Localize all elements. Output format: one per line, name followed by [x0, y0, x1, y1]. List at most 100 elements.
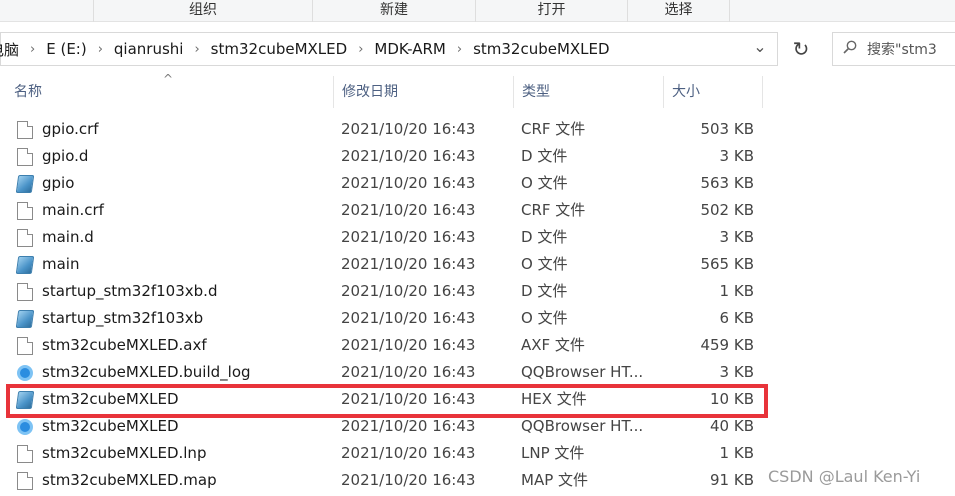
document-icon	[17, 283, 33, 301]
file-modified-date: 2021/10/20 16:43	[341, 228, 476, 246]
file-list: gpio.crf 2021/10/20 16:43 CRF 文件 503 KB gpio…	[0, 116, 955, 494]
file-row[interactable]: main.crf 2021/10/20 16:43 CRF 文件 502 KB	[0, 197, 955, 224]
ribbon-group-organize[interactable]: 组织	[93, 0, 313, 22]
file-size: 3 KB	[719, 228, 754, 246]
search-box[interactable]: 搜索"stm3	[832, 32, 955, 66]
file-modified-date: 2021/10/20 16:43	[341, 174, 476, 192]
breadcrumb-stm32cubemxled[interactable]: stm32cubeMXLED	[211, 40, 348, 58]
file-modified-date: 2021/10/20 16:43	[341, 336, 476, 354]
file-size: 91 KB	[710, 471, 754, 489]
file-name: main.d	[42, 228, 94, 246]
breadcrumb-separator[interactable]: ›	[98, 42, 103, 57]
refresh-button[interactable]: ↻	[786, 32, 816, 66]
file-size: 502 KB	[700, 201, 754, 219]
file-size: 1 KB	[719, 444, 754, 462]
file-name: main.crf	[42, 201, 104, 219]
red-highlight-box	[6, 384, 768, 418]
column-header-date[interactable]: 修改日期	[333, 76, 513, 108]
document-icon	[17, 121, 33, 139]
qqbrowser-icon	[17, 419, 33, 435]
document-icon	[17, 202, 33, 220]
file-modified-date: 2021/10/20 16:43	[341, 147, 476, 165]
breadcrumb-this-pc[interactable]: 电脑	[0, 39, 19, 60]
file-row[interactable]: main 2021/10/20 16:43 O 文件 565 KB	[0, 251, 955, 278]
file-row[interactable]: gpio.d 2021/10/20 16:43 D 文件 3 KB	[0, 143, 955, 170]
object-file-icon	[15, 256, 35, 274]
file-name: stm32cubeMXLED.axf	[42, 336, 207, 354]
file-type: CRF 文件	[521, 201, 586, 219]
breadcrumb-current-folder[interactable]: stm32cubeMXLED	[473, 40, 610, 58]
column-header-type[interactable]: 类型	[513, 76, 663, 108]
breadcrumb-qianrushi[interactable]: qianrushi	[114, 40, 184, 58]
file-type: MAP 文件	[521, 471, 589, 489]
document-icon	[17, 472, 33, 490]
breadcrumb-separator[interactable]: ›	[30, 42, 35, 57]
file-name: gpio.d	[42, 147, 89, 165]
file-row[interactable]: stm32cubeMXLED.build_log 2021/10/20 16:43…	[0, 359, 955, 386]
file-size: 459 KB	[700, 336, 754, 354]
qqbrowser-icon	[17, 365, 33, 381]
ribbon-group-open[interactable]: 打开	[476, 0, 628, 22]
file-type: QQBrowser HT...	[521, 363, 644, 381]
object-file-icon	[15, 175, 35, 193]
file-name: gpio	[42, 174, 75, 192]
breadcrumb-drive-e[interactable]: E (E:)	[46, 40, 86, 58]
file-name: gpio.crf	[42, 120, 99, 138]
file-type: O 文件	[521, 309, 568, 327]
file-modified-date: 2021/10/20 16:43	[341, 255, 476, 273]
object-file-icon	[15, 310, 35, 328]
document-icon	[17, 148, 33, 166]
breadcrumb-separator[interactable]: ›	[457, 42, 462, 57]
file-name: stm32cubeMXLED.build_log	[42, 363, 251, 381]
file-size: 1 KB	[719, 282, 754, 300]
chevron-down-icon: ⌄	[753, 36, 767, 56]
file-name: main	[42, 255, 80, 273]
address-history-dropdown[interactable]: ⌄	[743, 33, 777, 65]
column-header-size[interactable]: 大小	[663, 76, 763, 108]
ribbon-group-select[interactable]: 选择	[628, 0, 730, 22]
document-icon	[17, 337, 33, 355]
file-size: 6 KB	[719, 309, 754, 327]
file-type: D 文件	[521, 282, 568, 300]
file-name: stm32cubeMXLED.lnp	[42, 444, 207, 462]
file-size: 503 KB	[700, 120, 754, 138]
file-size: 3 KB	[719, 147, 754, 165]
file-modified-date: 2021/10/20 16:43	[341, 309, 476, 327]
file-type: D 文件	[521, 147, 568, 165]
search-placeholder: 搜索"stm3	[867, 42, 937, 58]
file-row[interactable]: startup_stm32f103xb 2021/10/20 16:43 O 文件 6…	[0, 305, 955, 332]
file-type: O 文件	[521, 255, 568, 273]
file-modified-date: 2021/10/20 16:43	[341, 363, 476, 381]
file-size: 563 KB	[700, 174, 754, 192]
file-name: stm32cubeMXLED.map	[42, 471, 217, 489]
file-name: startup_stm32f103xb	[42, 309, 204, 327]
file-type: LNP 文件	[521, 444, 585, 462]
breadcrumb-mdk-arm[interactable]: MDK-ARM	[374, 40, 445, 58]
file-modified-date: 2021/10/20 16:43	[341, 444, 476, 462]
file-row[interactable]: main.d 2021/10/20 16:43 D 文件 3 KB	[0, 224, 955, 251]
file-type: CRF 文件	[521, 120, 586, 138]
file-modified-date: 2021/10/20 16:43	[341, 201, 476, 219]
file-row[interactable]: gpio 2021/10/20 16:43 O 文件 563 KB	[0, 170, 955, 197]
column-header-row: 名称 修改日期 类型 大小	[0, 76, 955, 108]
file-type: D 文件	[521, 228, 568, 246]
refresh-icon: ↻	[792, 37, 810, 61]
file-row[interactable]: gpio.crf 2021/10/20 16:43 CRF 文件 503 KB	[0, 116, 955, 143]
file-size: 565 KB	[700, 255, 754, 273]
ribbon-group-new[interactable]: 新建	[313, 0, 476, 22]
file-modified-date: 2021/10/20 16:43	[341, 282, 476, 300]
address-bar[interactable]: 电脑 › E (E:) › qianrushi › stm32cubeMXLED…	[0, 32, 778, 66]
document-icon	[17, 445, 33, 463]
file-row[interactable]: stm32cubeMXLED.lnp 2021/10/20 16:43 LNP 文件…	[0, 440, 955, 467]
file-row[interactable]: startup_stm32f103xb.d 2021/10/20 16:43 D 文…	[0, 278, 955, 305]
file-row[interactable]: stm32cubeMXLED.axf 2021/10/20 16:43 AXF 文件…	[0, 332, 955, 359]
search-icon	[833, 40, 867, 58]
ribbon-group-labels: 组织 新建 打开 选择	[0, 0, 955, 22]
file-type: AXF 文件	[521, 336, 585, 354]
csdn-watermark: CSDN @Laul Ken-Yi	[768, 467, 921, 486]
file-type: O 文件	[521, 174, 568, 192]
column-header-name[interactable]: 名称	[6, 76, 333, 108]
file-name: startup_stm32f103xb.d	[42, 282, 218, 300]
breadcrumb-separator[interactable]: ›	[358, 42, 363, 57]
breadcrumb-separator[interactable]: ›	[194, 42, 199, 57]
